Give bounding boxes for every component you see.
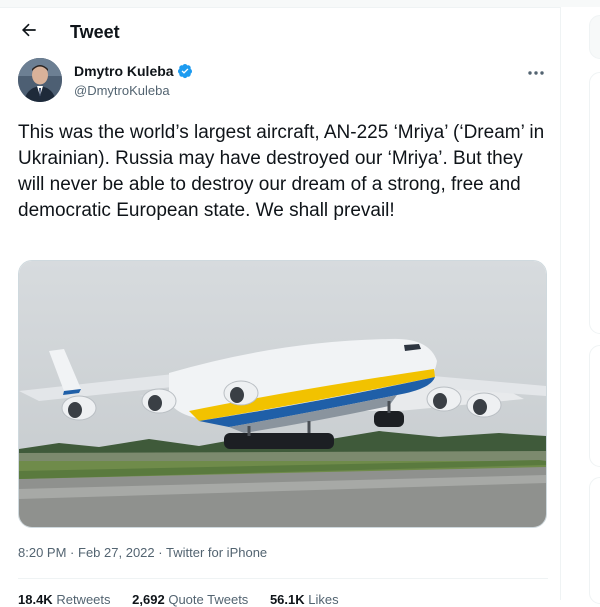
avatar[interactable]: [18, 58, 62, 102]
tweet-time-link[interactable]: 8:20 PM · Feb 27, 2022: [18, 545, 155, 560]
tweet-source-link[interactable]: Twitter for iPhone: [166, 545, 267, 560]
page-title: Tweet: [70, 22, 120, 42]
divider: [18, 578, 548, 579]
tweet-photo[interactable]: [18, 260, 547, 528]
tweet-date: Feb 27, 2022: [78, 545, 155, 560]
author-handle[interactable]: @DmytroKuleba: [74, 83, 170, 98]
sidebar-card: [589, 345, 600, 467]
tweet-meta: 8:20 PM · Feb 27, 2022 · Twitter for iPh…: [18, 545, 267, 560]
meta-separator: ·: [158, 545, 163, 560]
page-header: Tweet: [0, 7, 560, 57]
back-button[interactable]: [12, 15, 46, 49]
more-horizontal-icon: [527, 63, 545, 81]
more-options-button[interactable]: [524, 62, 548, 82]
right-sidebar: [561, 7, 600, 604]
search-box[interactable]: [589, 15, 600, 59]
sidebar-card: [589, 477, 600, 604]
author-name[interactable]: Dmytro Kuleba: [74, 63, 193, 79]
sidebar-card: [589, 72, 600, 334]
author-name-text: Dmytro Kuleba: [74, 63, 174, 79]
meta-separator: ·: [70, 545, 75, 560]
tweet-time: 8:20 PM: [18, 545, 67, 560]
arrow-left-icon: [19, 20, 39, 45]
verified-badge-icon: [177, 63, 193, 79]
aircraft-photo-image: [19, 261, 546, 527]
tweet-text: This was the world’s largest aircraft, A…: [18, 122, 545, 221]
